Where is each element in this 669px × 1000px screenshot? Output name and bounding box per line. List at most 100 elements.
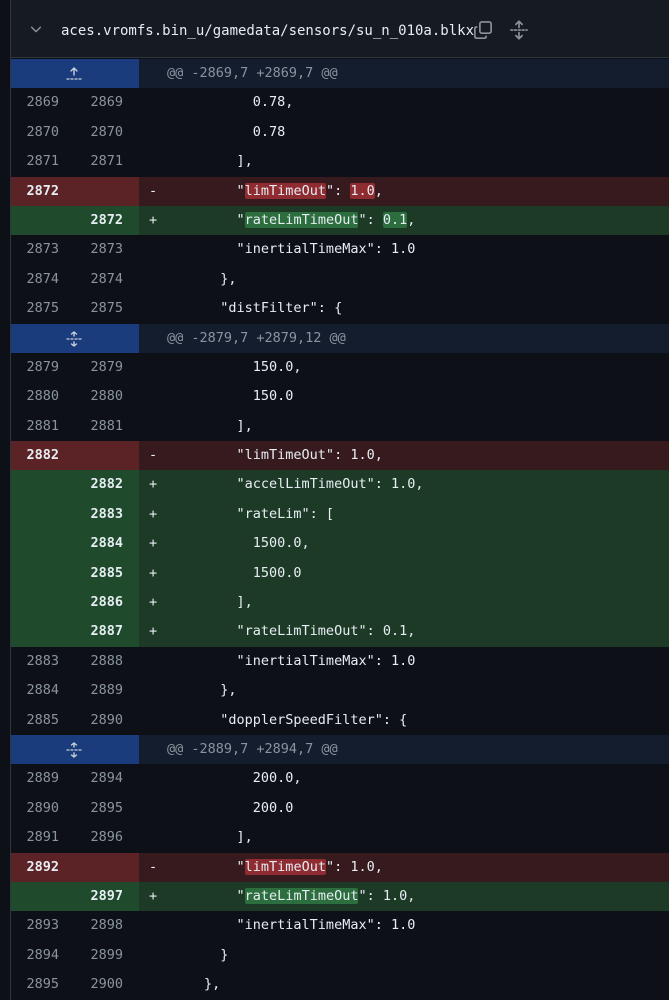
old-line-number[interactable]: 2875 <box>11 294 71 324</box>
added-line-row: 2872 + "rateLimTimeOut": 0.1, <box>11 205 669 236</box>
changed-token: rateLimTimeOut <box>244 211 359 228</box>
code-line: 200.0, <box>139 764 302 793</box>
new-line-number[interactable]: 2872 <box>71 205 139 236</box>
new-line-number[interactable]: 2870 <box>71 117 139 148</box>
file-path[interactable]: aces.vromfs.bin_u/gamedata/sensors/su_n_… <box>61 22 474 40</box>
old-line-number[interactable]: 2872 <box>11 176 71 206</box>
old-line-number[interactable] <box>11 470 71 500</box>
code-cell: + 1500.0, <box>139 529 669 559</box>
new-line-number[interactable]: 2871 <box>71 147 139 177</box>
new-line-number[interactable]: 2896 <box>71 823 139 853</box>
expand-all-icon[interactable] <box>509 20 529 40</box>
new-line-number[interactable]: 2900 <box>71 970 139 1000</box>
new-line-number[interactable]: 2885 <box>71 558 139 589</box>
code-line: "inertialTimeMax": 1.0 <box>139 235 416 264</box>
new-line-number[interactable]: 2889 <box>71 676 139 706</box>
chevron-down-icon[interactable] <box>29 22 43 36</box>
old-line-number[interactable]: 2895 <box>11 970 71 1000</box>
code-cell: "inertialTimeMax": 1.0 <box>139 911 669 941</box>
code-text: "dopplerSpeedFilter": { <box>139 711 408 728</box>
new-line-number[interactable]: 2886 <box>71 588 139 618</box>
new-line-number[interactable]: 2890 <box>71 705 139 735</box>
hunk-header-row: @@ -2869,7 +2869,7 @@ <box>11 59 669 89</box>
new-line-number[interactable]: 2898 <box>71 911 139 941</box>
new-line-number[interactable]: 2897 <box>71 881 139 912</box>
old-line-number[interactable]: 2881 <box>11 411 71 442</box>
new-line-number[interactable]: 2879 <box>71 352 139 383</box>
old-line-number[interactable] <box>11 617 71 647</box>
code-line: "rateLimTimeOut": 0.1, <box>139 617 416 646</box>
code-line: 0.78, <box>139 88 294 117</box>
old-line-number[interactable]: 2882 <box>11 441 71 471</box>
new-line-number[interactable] <box>71 852 139 882</box>
old-line-number[interactable]: 2890 <box>11 793 71 824</box>
old-line-number[interactable]: 2879 <box>11 352 71 383</box>
old-line-number[interactable] <box>11 558 71 589</box>
new-line-number[interactable]: 2875 <box>71 294 139 324</box>
context-line-row: 2875 2875 "distFilter": { <box>11 294 669 324</box>
old-line-number[interactable]: 2870 <box>11 117 71 148</box>
code-line: "inertialTimeMax": 1.0 <box>139 911 416 940</box>
context-line-row: 2879 2879 150.0, <box>11 352 669 383</box>
new-line-number[interactable]: 2887 <box>71 617 139 647</box>
new-line-number[interactable]: 2895 <box>71 793 139 824</box>
context-line-row: 2883 2888 "inertialTimeMax": 1.0 <box>11 646 669 677</box>
old-line-number[interactable] <box>11 529 71 559</box>
old-line-number[interactable]: 2894 <box>11 940 71 971</box>
old-line-number[interactable]: 2883 <box>11 646 71 677</box>
old-line-number[interactable]: 2885 <box>11 705 71 735</box>
new-line-number[interactable]: 2874 <box>71 264 139 295</box>
code-line: } <box>139 941 228 970</box>
code-line: ], <box>139 588 253 617</box>
old-line-number[interactable]: 2874 <box>11 264 71 295</box>
old-line-number[interactable]: 2891 <box>11 823 71 853</box>
code-cell: "inertialTimeMax": 1.0 <box>139 235 669 265</box>
old-line-number[interactable]: 2871 <box>11 147 71 177</box>
new-line-number[interactable]: 2894 <box>71 764 139 794</box>
new-line-number[interactable] <box>71 441 139 471</box>
code-text: 1500.0, <box>139 535 310 552</box>
old-line-number[interactable]: 2893 <box>11 911 71 941</box>
old-line-number[interactable]: 2869 <box>11 88 71 118</box>
code-text: "inertialTimeMax": 1.0 <box>139 917 416 934</box>
new-line-number[interactable]: 2882 <box>71 470 139 500</box>
context-line-row: 2891 2896 ], <box>11 823 669 853</box>
code-text: }, <box>139 682 237 699</box>
old-line-number[interactable] <box>11 499 71 530</box>
file-header: aces.vromfs.bin_u/gamedata/sensors/su_n_… <box>11 0 669 58</box>
added-line-row: 2883 + "rateLim": [ <box>11 499 669 530</box>
code-cell: ], <box>139 147 669 177</box>
code-text: " <box>139 887 245 904</box>
new-line-number[interactable]: 2888 <box>71 646 139 677</box>
new-line-number[interactable] <box>71 176 139 206</box>
new-line-number[interactable]: 2884 <box>71 529 139 559</box>
code-text: ], <box>139 829 253 846</box>
expand-up-icon <box>66 67 82 80</box>
code-text: 150.0, <box>139 358 302 375</box>
old-line-number[interactable]: 2884 <box>11 676 71 706</box>
deleted-line-row: 2882 - "limTimeOut": 1.0, <box>11 441 669 471</box>
new-line-number[interactable]: 2883 <box>71 499 139 530</box>
new-line-number[interactable]: 2899 <box>71 940 139 971</box>
code-text: }, <box>139 976 221 993</box>
old-line-number[interactable] <box>11 205 71 236</box>
old-line-number[interactable] <box>11 881 71 912</box>
code-text: ], <box>139 417 253 434</box>
code-text: ": <box>325 182 351 199</box>
code-cell: "dopplerSpeedFilter": { <box>139 705 669 735</box>
old-line-number[interactable]: 2889 <box>11 764 71 794</box>
old-line-number[interactable] <box>11 588 71 618</box>
code-text: "limTimeOut": 1.0, <box>139 447 383 464</box>
new-line-number[interactable]: 2869 <box>71 88 139 118</box>
expand-hunk-button[interactable] <box>11 323 139 353</box>
code-line: }, <box>139 265 236 294</box>
copy-icon[interactable] <box>473 20 493 40</box>
new-line-number[interactable]: 2880 <box>71 382 139 412</box>
old-line-number[interactable]: 2873 <box>11 235 71 265</box>
new-line-number[interactable]: 2873 <box>71 235 139 265</box>
old-line-number[interactable]: 2880 <box>11 382 71 412</box>
expand-hunk-button[interactable] <box>11 734 139 765</box>
expand-hunk-button[interactable] <box>11 59 139 89</box>
old-line-number[interactable]: 2892 <box>11 852 71 882</box>
new-line-number[interactable]: 2881 <box>71 411 139 442</box>
